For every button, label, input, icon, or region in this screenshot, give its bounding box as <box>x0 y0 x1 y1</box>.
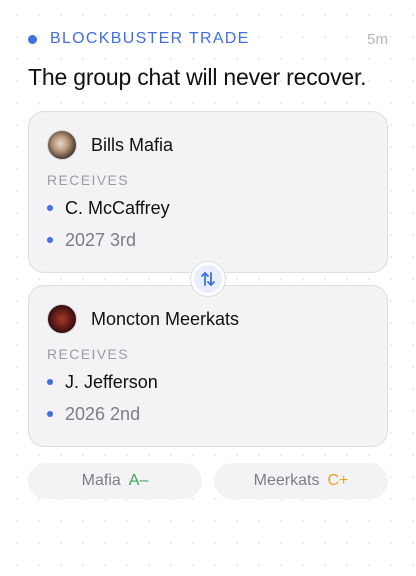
receives-label: RECEIVES <box>47 172 129 188</box>
bullet-icon <box>47 205 53 211</box>
grade-pill[interactable]: Meerkats C+ <box>214 463 388 499</box>
dot-icon <box>28 34 37 44</box>
bullet-icon <box>47 411 53 417</box>
avatar[interactable] <box>47 304 77 334</box>
bullet-icon <box>47 379 53 385</box>
grade-value: C+ <box>327 472 349 489</box>
swap-vertical-arrows-icon <box>194 265 222 293</box>
asset-item[interactable]: C. McCaffrey <box>47 192 369 224</box>
asset-item[interactable]: J. Jefferson <box>47 366 369 398</box>
trade-grades: Mafia A– Meerkats C+ <box>28 463 388 499</box>
team-row: Moncton Meerkats <box>47 302 369 336</box>
asset-item[interactable]: 2027 3rd <box>47 224 369 256</box>
grade-team: Meerkats <box>253 472 320 489</box>
team-row: Bills Mafia <box>47 128 369 162</box>
asset-name: J. Jefferson <box>65 371 158 392</box>
timestamp: 5m <box>367 30 388 48</box>
trade-side-card[interactable]: Moncton Meerkats RECEIVES J. Jefferson 2… <box>28 285 388 447</box>
team-name[interactable]: Bills Mafia <box>91 135 173 156</box>
feed-header: BLOCKBUSTER TRADE 5m <box>28 28 388 50</box>
avatar[interactable] <box>47 130 77 160</box>
headline: The group chat will never recover. <box>28 64 367 90</box>
trade-side-card[interactable]: Bills Mafia RECEIVES C. McCaffrey 2027 3… <box>28 111 388 273</box>
receives-label: RECEIVES <box>47 346 129 362</box>
trade-tag: BLOCKBUSTER TRADE <box>50 30 250 47</box>
asset-name: 2027 3rd <box>65 229 137 250</box>
grade-team: Mafia <box>81 472 121 489</box>
grade-value: A– <box>128 472 149 489</box>
asset-name: 2026 2nd <box>65 403 141 424</box>
asset-name: C. McCaffrey <box>65 197 170 218</box>
team-name[interactable]: Moncton Meerkats <box>91 309 239 330</box>
grade-pill[interactable]: Mafia A– <box>28 463 202 499</box>
bullet-icon <box>47 237 53 243</box>
asset-item[interactable]: 2026 2nd <box>47 398 369 430</box>
swap-badge <box>190 261 226 297</box>
